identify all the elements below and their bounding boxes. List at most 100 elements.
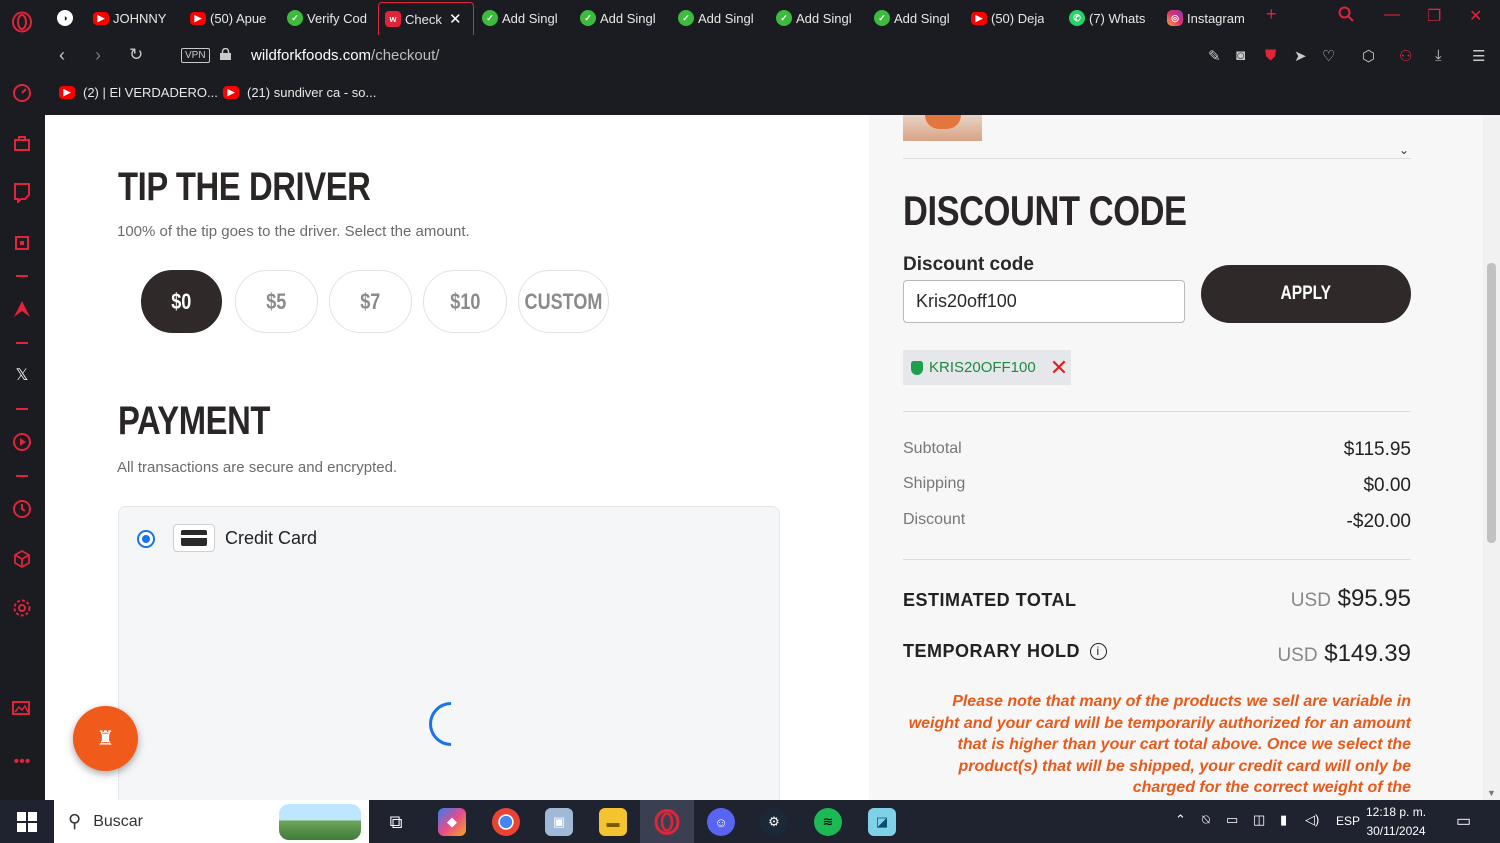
windows-start-icon[interactable] xyxy=(17,812,37,832)
subtotal-value: $115.95 xyxy=(1343,439,1411,460)
credit-card-label[interactable]: Credit Card xyxy=(225,528,317,549)
cube-icon[interactable] xyxy=(11,548,33,570)
tip-option-7[interactable]: $7 xyxy=(329,270,412,333)
task-view-icon[interactable]: ⧉ xyxy=(382,808,410,836)
meet-icon[interactable]: ◫ xyxy=(1253,812,1265,828)
tab-6[interactable]: ✓ Add Singl xyxy=(678,4,760,32)
easy-setup-icon[interactable]: ☰ xyxy=(1472,47,1485,65)
tray-overflow-icon[interactable]: ⌃ xyxy=(1175,812,1186,828)
bookmark-0[interactable]: ▶ (2) | El VERDADERO... xyxy=(59,85,218,100)
forward-icon[interactable]: › xyxy=(95,45,101,66)
notifications-icon[interactable]: ▭ xyxy=(1456,811,1471,831)
temporary-hold-note: Please note that many of the products we… xyxy=(908,693,1411,796)
tab-label: Check xyxy=(405,11,442,27)
close-tab-icon[interactable]: ✕ xyxy=(449,10,462,28)
tab-7[interactable]: ✓ Add Singl xyxy=(776,4,858,32)
x-twitter-icon[interactable]: 𝕏 xyxy=(11,364,33,386)
bookmark-label: (21) sundiver ca - so... xyxy=(247,85,377,100)
history-icon[interactable] xyxy=(11,498,33,520)
tip-option-custom[interactable]: CUSTOM xyxy=(518,270,609,333)
loading-spinner-icon xyxy=(419,692,483,756)
opera-logo-icon[interactable] xyxy=(11,11,33,33)
spotify-icon[interactable]: ≋ xyxy=(814,808,842,836)
green-check-icon: ✓ xyxy=(678,10,694,26)
snapshot-camera-icon[interactable]: ◙ xyxy=(1236,47,1245,64)
mic-muted-icon[interactable]: ⍉ xyxy=(1202,812,1210,828)
search-tabs-icon[interactable] xyxy=(1338,6,1354,27)
adblock-shield-icon[interactable]: ⛊ xyxy=(1265,47,1276,64)
estimated-total-label: ESTIMATED TOTAL xyxy=(903,590,1077,610)
copilot-icon[interactable]: ◆ xyxy=(438,808,466,836)
twitch-icon[interactable] xyxy=(11,182,33,204)
scroll-down-arrow-icon[interactable]: ▼ xyxy=(1487,788,1496,798)
currency-code: USD xyxy=(1277,645,1318,666)
heart-icon[interactable]: ♡ xyxy=(1322,47,1335,65)
tab-label: Add Singl xyxy=(894,10,950,26)
profile-icon[interactable]: ⚇ xyxy=(1399,47,1412,65)
tab-8[interactable]: ✓ Add Singl xyxy=(874,4,956,32)
taskbar-search[interactable]: ⚲ Buscar xyxy=(54,800,369,843)
tab-9[interactable]: ▶ (50) Deja xyxy=(971,4,1053,32)
workspace-icon[interactable]: ◑ xyxy=(57,4,73,32)
shopping-bag-icon[interactable] xyxy=(11,132,33,154)
aria-icon[interactable] xyxy=(11,298,33,320)
chrome-icon[interactable] xyxy=(492,808,520,836)
settings-gear-icon[interactable] xyxy=(11,597,33,619)
send-icon[interactable]: ➤ xyxy=(1294,47,1307,65)
player-icon[interactable] xyxy=(11,431,33,453)
opera-taskbar-icon[interactable] xyxy=(653,808,681,836)
tip-option-10[interactable]: $10 xyxy=(423,270,507,333)
tab-10[interactable]: ✆ (7) Whats xyxy=(1069,4,1155,32)
discord-icon[interactable]: ☺ xyxy=(707,808,735,836)
volume-icon[interactable]: ◁) xyxy=(1305,812,1319,828)
payment-method-box: Credit Card xyxy=(118,506,780,800)
page-scrollbar[interactable]: ▼ xyxy=(1483,115,1500,800)
photos-icon[interactable]: ▣ xyxy=(545,808,573,836)
tab-11[interactable]: ◎ Instagram xyxy=(1167,4,1259,32)
chevron-down-icon[interactable]: ⌄ xyxy=(1399,143,1409,157)
tab-2[interactable]: ✓ Verify Cod xyxy=(287,4,375,32)
speed-dial-icon[interactable] xyxy=(11,82,33,104)
close-window-icon[interactable]: ✕ xyxy=(1469,6,1482,26)
info-icon[interactable]: i xyxy=(1089,643,1107,660)
tab-3-active[interactable]: w Check ✕ xyxy=(378,2,474,35)
tab-0[interactable]: ▶ JOHNNY xyxy=(93,4,183,32)
extensions-cube-icon[interactable]: ⬡ xyxy=(1362,47,1375,65)
url-field[interactable]: wildforkfoods.com/checkout/ xyxy=(251,47,439,64)
discount-code-input[interactable]: Kris20off100 xyxy=(903,280,1185,323)
minimize-icon[interactable]: — xyxy=(1384,6,1400,24)
temporary-hold-amount: USD $149.39 xyxy=(1277,640,1411,668)
notepad-icon[interactable]: ◪ xyxy=(868,808,896,836)
tab-4[interactable]: ✓ Add Singl xyxy=(482,4,564,32)
clock[interactable]: 12:18 p. m. 30/11/2024 xyxy=(1366,803,1426,841)
tip-option-0[interactable]: $0 xyxy=(141,270,222,333)
search-highlight-image xyxy=(279,804,361,840)
url-domain: wildforkfoods.com xyxy=(251,47,372,64)
new-tab-plus-icon[interactable]: + xyxy=(1266,4,1277,25)
credit-card-radio[interactable] xyxy=(137,530,155,548)
more-icon[interactable]: ••• xyxy=(11,751,33,773)
sidebar-separator xyxy=(16,475,28,477)
remove-discount-icon[interactable]: ✕ xyxy=(1050,356,1068,379)
language-indicator[interactable]: ESP xyxy=(1336,814,1360,828)
restore-icon[interactable]: ❐ xyxy=(1427,6,1441,26)
file-explorer-icon[interactable]: ▬ xyxy=(599,808,627,836)
tip-option-5[interactable]: $5 xyxy=(235,270,318,333)
bookmark-1[interactable]: ▶ (21) sundiver ca - so... xyxy=(223,85,376,100)
share-icon[interactable]: ✎ xyxy=(1208,47,1221,65)
steam-icon[interactable]: ⚙ xyxy=(760,808,788,836)
tab-1[interactable]: ▶ (50) Apue xyxy=(190,4,280,32)
gallery-icon[interactable] xyxy=(11,697,33,719)
microphone-icon[interactable]: ▮ xyxy=(1280,812,1287,828)
back-icon[interactable]: ‹ xyxy=(59,45,65,66)
chat-support-button[interactable]: ♜ xyxy=(73,706,138,771)
download-icon[interactable]: ⤓ xyxy=(1435,47,1442,64)
bookmarks-bar: ▶ (2) | El VERDADERO... ▶ (21) sundiver … xyxy=(45,77,1500,115)
tab-5[interactable]: ✓ Add Singl xyxy=(580,4,662,32)
scrollbar-thumb[interactable] xyxy=(1487,263,1496,543)
apply-button[interactable]: APPLY xyxy=(1201,265,1411,323)
reload-icon[interactable]: ↻ xyxy=(129,45,143,65)
network-icon[interactable]: ▭ xyxy=(1226,812,1238,828)
chip-icon[interactable] xyxy=(11,232,33,254)
vpn-badge[interactable]: VPN xyxy=(181,48,210,63)
